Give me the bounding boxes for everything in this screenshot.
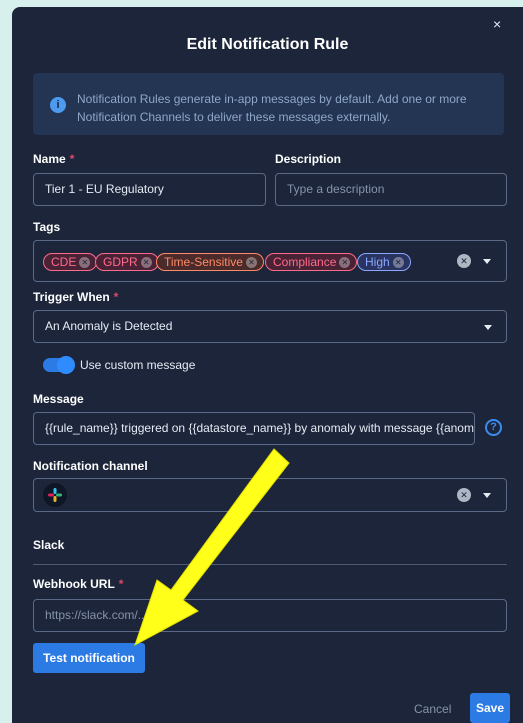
- section-divider: [33, 564, 507, 565]
- chevron-down-icon[interactable]: [483, 493, 491, 498]
- description-label: Description: [275, 152, 342, 166]
- info-icon: i: [50, 97, 66, 113]
- name-field[interactable]: Tier 1 - EU Regulatory: [33, 173, 266, 206]
- trigger-select[interactable]: An Anomaly is Detected: [33, 310, 507, 343]
- cancel-button[interactable]: Cancel: [414, 702, 451, 716]
- tag-remove-icon[interactable]: ✕: [392, 257, 404, 268]
- slack-section-title: Slack: [33, 538, 65, 552]
- tag-chip-time-sensitive[interactable]: Time-Sensitive ✕: [156, 253, 264, 271]
- chevron-down-icon[interactable]: [483, 259, 491, 264]
- edit-notification-rule-dialog: × Edit Notification Rule i Notification …: [12, 7, 523, 723]
- webhook-url-field[interactable]: https://slack.com/.../hook/: [33, 599, 507, 632]
- tag-chip-high[interactable]: High ✕: [357, 253, 411, 271]
- dialog-title: Edit Notification Rule: [186, 36, 349, 53]
- custom-message-label: Use custom message: [80, 358, 196, 372]
- close-icon[interactable]: ×: [493, 17, 507, 31]
- webhook-url-label: Webhook URL *: [33, 577, 124, 591]
- notification-channel-select[interactable]: ✕: [33, 478, 507, 512]
- notification-channel-label: Notification channel: [33, 459, 148, 473]
- custom-message-toggle[interactable]: [43, 356, 75, 374]
- tag-chip-compliance[interactable]: Compliance ✕: [265, 253, 358, 271]
- tag-remove-icon[interactable]: ✕: [79, 257, 91, 268]
- toggle-knob: [57, 356, 75, 374]
- test-notification-button[interactable]: Test notification: [33, 643, 145, 673]
- message-label: Message: [33, 392, 84, 406]
- tags-select[interactable]: CDE ✕ GDPR ✕ Time-Sensitive ✕ Compliance ✕ H…: [33, 240, 507, 282]
- save-button[interactable]: Save: [470, 693, 510, 723]
- trigger-label: Trigger When *: [33, 290, 119, 304]
- chevron-down-icon[interactable]: [484, 325, 492, 330]
- tag-remove-icon[interactable]: ✕: [339, 257, 351, 268]
- info-banner: i Notification Rules generate in-app mes…: [33, 73, 504, 135]
- tag-remove-icon[interactable]: ✕: [245, 257, 257, 268]
- info-text: Notification Rules generate in-app messa…: [77, 92, 467, 124]
- name-label: Name *: [33, 152, 75, 166]
- tags-label: Tags: [33, 220, 61, 234]
- clear-icon[interactable]: ✕: [457, 488, 471, 502]
- slack-icon: [43, 483, 67, 507]
- description-field[interactable]: Type a description: [275, 173, 507, 206]
- tag-chip-cde[interactable]: CDE ✕: [43, 253, 98, 271]
- help-icon[interactable]: ?: [485, 419, 502, 436]
- trigger-value: An Anomaly is Detected: [45, 319, 173, 333]
- tag-chip-gdpr[interactable]: GDPR ✕: [95, 253, 159, 271]
- clear-icon[interactable]: ✕: [457, 254, 471, 268]
- tag-remove-icon[interactable]: ✕: [140, 257, 152, 268]
- message-field[interactable]: {{rule_name}} triggered on {{datastore_n…: [33, 412, 475, 445]
